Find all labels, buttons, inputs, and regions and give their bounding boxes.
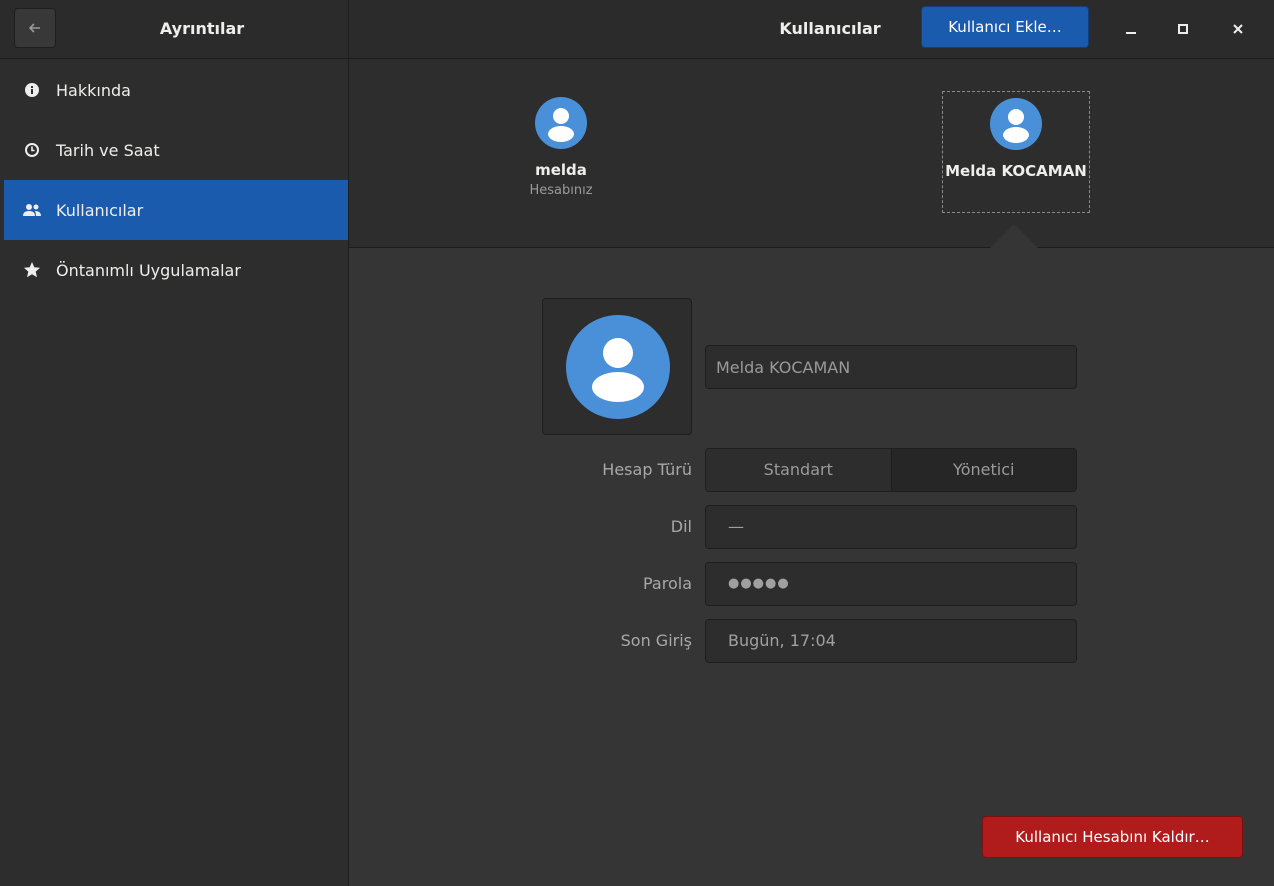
- user-subtitle: Hesabınız: [529, 183, 593, 198]
- close-icon: [1233, 24, 1243, 34]
- sidebar-item-about[interactable]: Hakkında: [4, 60, 348, 120]
- page-title: Kullanıcılar: [779, 19, 881, 38]
- header-bar: Ayrıntılar Kullanıcılar Kullanıcı Ekle…: [0, 0, 1274, 59]
- sidebar-item-default-apps[interactable]: Öntanımlı Uygulamalar: [4, 240, 348, 300]
- avatar: [535, 97, 587, 149]
- sidebar-item-label: Hakkında: [56, 80, 131, 100]
- sidebar: Hakkında Tarih ve Saat Kullanıcılar Önta…: [0, 59, 349, 886]
- info-icon: [22, 80, 42, 100]
- clock-icon: [22, 140, 42, 160]
- sidebar-item-users[interactable]: Kullanıcılar: [4, 180, 348, 240]
- minimize-button[interactable]: [1114, 12, 1148, 46]
- user-carousel: melda Hesabınız Melda KOCAMAN: [349, 59, 1274, 248]
- star-icon: [22, 260, 42, 280]
- account-type-standard[interactable]: Standart: [706, 449, 891, 491]
- maximize-icon: [1178, 24, 1188, 34]
- maximize-button[interactable]: [1166, 12, 1200, 46]
- minimize-icon: [1126, 32, 1136, 34]
- user-name: Melda KOCAMAN: [945, 162, 1087, 180]
- full-name-field[interactable]: [705, 345, 1077, 389]
- last-login-button[interactable]: Bugün, 17:04: [705, 619, 1077, 663]
- user-card-selected[interactable]: Melda KOCAMAN: [942, 91, 1090, 213]
- password-button[interactable]: ●●●●●: [705, 562, 1077, 606]
- user-name: melda: [535, 161, 587, 179]
- account-type-admin[interactable]: Yönetici: [890, 449, 1076, 491]
- add-user-button[interactable]: Kullanıcı Ekle…: [921, 6, 1089, 48]
- user-card[interactable]: melda Hesabınız: [511, 97, 611, 198]
- sidebar-item-label: Tarih ve Saat: [56, 140, 160, 160]
- settings-window: Ayrıntılar Kullanıcılar Kullanıcı Ekle… …: [0, 0, 1274, 886]
- users-icon: [22, 200, 42, 220]
- selection-pointer: [990, 224, 1038, 248]
- panel-title: Ayrıntılar: [159, 19, 245, 38]
- avatar: [990, 98, 1042, 150]
- account-type-label: Hesap Türü: [602, 460, 692, 479]
- avatar: [566, 315, 670, 419]
- sidebar-item-label: Kullanıcılar: [56, 200, 144, 220]
- change-avatar-button[interactable]: [542, 298, 692, 435]
- user-avatar-icon: [1003, 109, 1029, 143]
- remove-user-button[interactable]: Kullanıcı Hesabını Kaldır…: [982, 816, 1243, 858]
- language-label: Dil: [670, 517, 692, 536]
- last-login-label: Son Giriş: [620, 631, 692, 650]
- header-left: Ayrıntılar: [0, 0, 349, 58]
- sidebar-item-date-time[interactable]: Tarih ve Saat: [4, 120, 348, 180]
- language-button[interactable]: —: [705, 505, 1077, 549]
- sidebar-item-label: Öntanımlı Uygulamalar: [56, 260, 241, 280]
- close-button[interactable]: [1221, 12, 1255, 46]
- user-avatar-icon: [592, 338, 644, 402]
- user-avatar-icon: [548, 108, 574, 142]
- password-label: Parola: [643, 574, 692, 593]
- arrow-left-icon: [28, 23, 40, 33]
- back-button[interactable]: [14, 8, 56, 48]
- account-type-toggle: Standart Yönetici: [705, 448, 1077, 492]
